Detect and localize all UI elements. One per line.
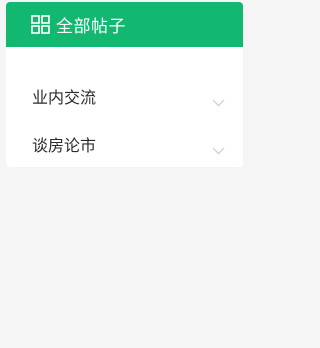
menu-item-industry-exchange[interactable]: 业内交流 [6, 72, 243, 120]
all-posts-title: 全部帖子 [56, 17, 126, 37]
grid-icon [31, 15, 50, 34]
category-panel: 全部帖子 业内交流 谈房论市 [6, 2, 243, 167]
category-menu: 业内交流 谈房论市 [6, 72, 243, 167]
all-posts-header[interactable]: 全部帖子 [6, 2, 243, 47]
menu-item-label: 谈房论市 [32, 136, 97, 155]
chevron-down-icon [212, 92, 225, 107]
menu-item-label: 业内交流 [32, 88, 97, 107]
menu-item-property-market[interactable]: 谈房论市 [6, 120, 243, 167]
chevron-down-icon [212, 140, 225, 155]
